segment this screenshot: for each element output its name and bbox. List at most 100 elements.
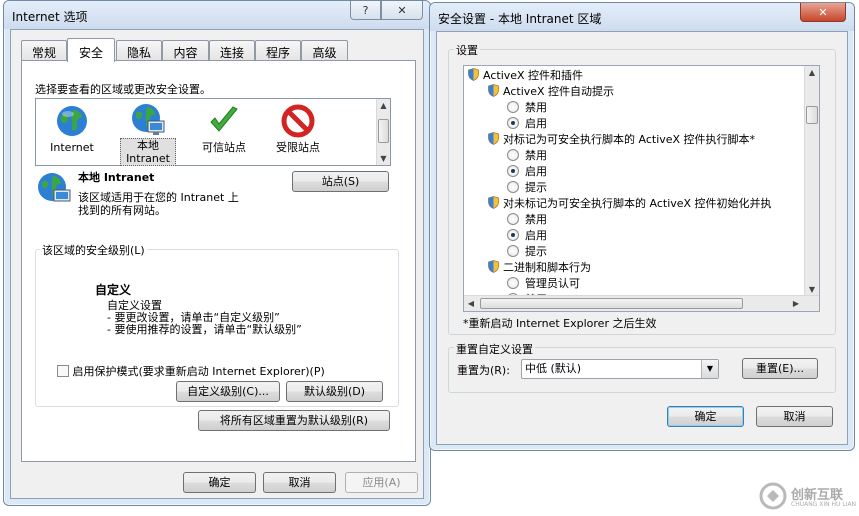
scroll-thumb[interactable] [806,106,818,124]
zone-trusted-sites[interactable]: 可信站点 [196,102,252,162]
radio-label: 禁用 [525,149,547,162]
ok-button[interactable]: 确定 [667,406,744,427]
reset-to-value: 中低 (默认) [525,362,582,375]
tab-security[interactable]: 安全 [67,38,115,62]
close-button[interactable]: ✕ [800,3,846,22]
zone-internet[interactable]: Internet [46,102,98,162]
security-shield-icon [488,260,499,273]
settings-item-label: 对标记为可安全执行脚本的 ActiveX 控件执行脚本* [503,133,756,146]
zone-internet-label: Internet [50,141,94,154]
tab-privacy[interactable]: 隐私 [116,40,162,61]
radio-button[interactable] [507,117,519,129]
protected-mode-option[interactable]: 启用保护模式(要求重新启动 Internet Explorer)(P) [57,363,325,379]
radio-button[interactable] [507,277,519,289]
tab-general[interactable]: 常规 [21,40,67,61]
zone-local-intranet[interactable]: 本地 Intranet [120,102,176,166]
settings-radio-option[interactable]: 禁用 [507,148,547,164]
reset-to-select[interactable]: 中低 (默认) ▼ [521,359,719,379]
radio-button[interactable] [507,181,519,193]
radio-label: 管理员认可 [525,277,580,290]
radio-button[interactable] [507,229,519,241]
internet-options-window: Internet 选项 ? ✕ 常规 安全 隐私 内容 连接 程序 高级 选择要… [3,0,431,506]
internet-options-titlebar[interactable]: Internet 选项 ? ✕ [4,1,430,29]
radio-label: 提示 [525,181,547,194]
security-shield-icon [488,196,499,209]
chevron-down-icon[interactable]: ▼ [701,360,718,378]
scroll-thumb-horizontal[interactable] [480,298,743,309]
settings-item-label: 对未标记为可安全执行脚本的 ActiveX 控件初始化并执 [503,197,772,210]
settings-radio-option[interactable]: 启用 [507,164,547,180]
forbidden-icon [281,104,315,138]
settings-item[interactable]: 对未标记为可安全执行脚本的 ActiveX 控件初始化并执 [488,196,772,212]
zone-prompt: 选择要查看的区域或更改安全设置。 [35,83,211,96]
apply-button[interactable]: 应用(A) [345,472,418,493]
zone-local-intranet-label: 本地 Intranet [120,138,176,166]
level-title: 自定义 [95,283,132,297]
security-settings-titlebar[interactable]: 安全设置 - 本地 Intranet 区域 ✕ [430,3,854,31]
settings-item[interactable]: ActiveX 控件自动提示 [488,84,614,100]
tab-connections[interactable]: 连接 [209,40,255,61]
cancel-button[interactable]: 取消 [756,406,833,427]
ok-button[interactable]: 确定 [183,472,256,493]
scroll-right-arrow[interactable]: ▶ [789,299,803,308]
scroll-up-arrow[interactable]: ▲ [805,68,819,77]
settings-item[interactable]: 二进制和脚本行为 [488,260,591,276]
radio-label: 禁用 [525,213,547,226]
sites-button[interactable]: 站点(S) [292,171,389,192]
security-level-group-label: 该区域的安全级别(L) [40,242,147,258]
watermark: 创新互联 CHUANG XIN HU LIAN [759,480,857,512]
settings-tree-rows: ActiveX 控件和插件 ActiveX 控件自动提示 禁用 启用 对标记为可安全执行… [464,66,804,296]
radio-label: 提示 [525,245,547,258]
zone-restricted-sites[interactable]: 受限站点 [270,102,326,162]
settings-radio-option[interactable]: 启用 [507,228,547,244]
scroll-thumb[interactable] [378,119,389,143]
radio-label: 启用 [525,229,547,242]
globe-icon [57,106,87,136]
settings-item-label: ActiveX 控件自动提示 [503,85,615,98]
radio-label: 禁用 [525,101,547,114]
settings-radio-option[interactable]: 管理员认可 [507,276,580,292]
cancel-button[interactable]: 取消 [263,472,336,493]
settings-group-label: 设置 [454,42,480,58]
close-button[interactable]: ✕ [381,1,423,20]
scroll-down-arrow[interactable]: ▼ [805,285,819,294]
settings-radio-option[interactable]: 启用 [507,116,547,132]
default-level-button[interactable]: 默认级别(D) [286,381,383,402]
radio-button[interactable] [507,101,519,113]
settings-radio-option[interactable]: 禁用 [507,212,547,228]
scroll-up-arrow[interactable]: ▲ [377,101,390,110]
tab-advanced[interactable]: 高级 [301,40,348,61]
security-shield-icon [468,68,479,81]
internet-options-client: 常规 安全 隐私 内容 连接 程序 高级 选择要查看的区域或更改安全设置。 In… [10,29,424,499]
protected-mode-checkbox[interactable] [57,365,69,377]
window-title: Internet 选项 [12,10,88,24]
security-tab-panel: 选择要查看的区域或更改安全设置。 Internet 本地 Intranet 可信… [21,60,416,462]
custom-level-button[interactable]: 自定义级别(C)... [176,381,280,402]
zone-list[interactable]: Internet 本地 Intranet 可信站点 受限站点 ▲ ▼ [35,98,391,166]
security-settings-window: 安全设置 - 本地 Intranet 区域 ✕ 设置 ActiveX 控件和插件… [429,2,855,451]
settings-radio-option[interactable]: 提示 [507,244,547,260]
scroll-left-arrow[interactable]: ◀ [464,299,478,308]
radio-button[interactable] [507,149,519,161]
scroll-down-arrow[interactable]: ▼ [377,154,390,163]
radio-label: 启用 [525,165,547,178]
reset-all-zones-button[interactable]: 将所有区域重置为默认级别(R) [198,410,390,431]
radio-button[interactable] [507,165,519,177]
settings-radio-option[interactable]: 禁用 [507,100,547,116]
radio-button[interactable] [507,245,519,257]
settings-item[interactable]: 对标记为可安全执行脚本的 ActiveX 控件执行脚本* [488,132,755,148]
tab-programs[interactable]: 程序 [255,40,301,61]
settings-tree[interactable]: ActiveX 控件和插件 ActiveX 控件自动提示 禁用 启用 对标记为可安全执行… [463,65,820,312]
reset-button[interactable]: 重置(E)... [742,358,818,379]
tab-content[interactable]: 内容 [162,40,209,61]
tree-vertical-scrollbar[interactable]: ▲ ▼ [804,66,819,296]
tree-horizontal-scrollbar[interactable]: ◀ ▶ [464,295,819,311]
watermark-subtext: CHUANG XIN HU LIAN [791,501,857,508]
settings-radio-option[interactable]: 提示 [507,180,547,196]
zone-list-scrollbar[interactable]: ▲ ▼ [376,99,390,165]
reset-to-label: 重置为(R): [457,364,510,377]
settings-category[interactable]: ActiveX 控件和插件 [468,68,583,84]
zone-title: 本地 Intranet [78,171,155,184]
radio-button[interactable] [507,213,519,225]
help-button[interactable]: ? [350,1,381,20]
